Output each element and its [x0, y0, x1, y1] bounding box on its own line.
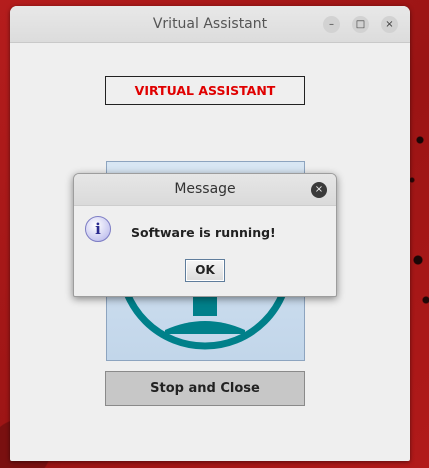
app-heading-label: VIRTUAL ASSISTANT — [105, 76, 305, 105]
minimize-button[interactable]: – — [323, 16, 340, 33]
window-titlebar[interactable]: Vritual Assistant – □ × — [10, 6, 410, 43]
dialog-close-icon[interactable]: × — [311, 182, 327, 198]
ok-button[interactable]: OK — [185, 259, 225, 282]
close-button[interactable]: × — [381, 16, 398, 33]
dialog-message: Software is running! — [131, 225, 276, 240]
stop-and-close-button[interactable]: Stop and Close — [105, 371, 305, 406]
dialog-titlebar[interactable]: Message × — [74, 174, 336, 206]
info-icon: i — [85, 216, 111, 242]
maximize-button[interactable]: □ — [352, 16, 369, 33]
message-dialog: Message × i Software is running! OK — [73, 173, 337, 297]
dialog-title: Message — [174, 181, 236, 197]
window-title: Vritual Assistant — [152, 16, 268, 32]
